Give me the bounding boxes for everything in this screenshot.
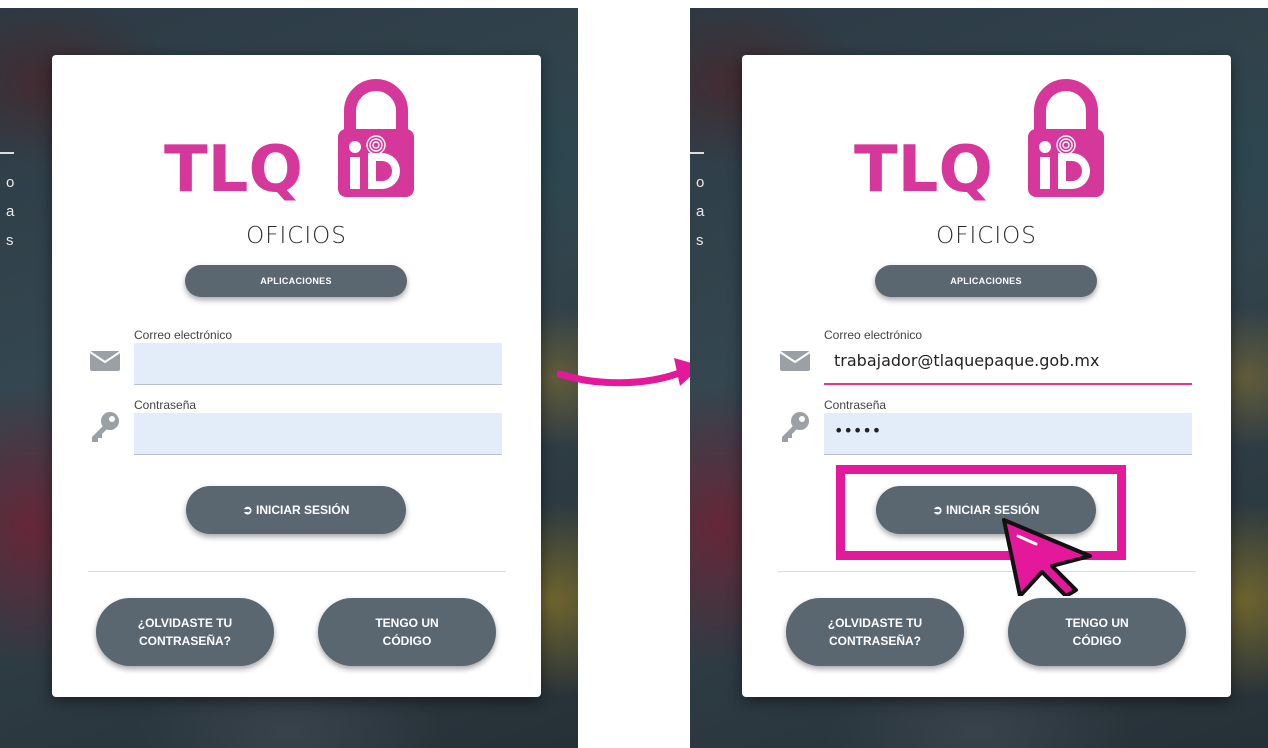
login-card: TLQ OFICIOS APLICACIONES Correo electrón… (742, 55, 1231, 697)
email-input[interactable] (134, 343, 502, 385)
arrow-icon (556, 358, 702, 387)
password-input[interactable] (134, 413, 502, 455)
email-label: Correo electrónico (134, 328, 233, 342)
login-screen-before: o a s TLQ OFICIOS APLICACIONES Correo el… (0, 8, 578, 748)
key-icon (92, 412, 119, 442)
tlq-id-logo: TLQ (164, 79, 414, 203)
email-label: Correo electrónico (824, 328, 923, 342)
login-screen-after: o a s TLQ OFICIOS APLICACIONES Correo el… (690, 8, 1268, 748)
svg-text:TLQ: TLQ (164, 133, 303, 203)
have-code-button[interactable]: TENGO UN CÓDIGO (1008, 598, 1186, 666)
login-icon: ➲ (242, 503, 257, 517)
background-divider (0, 152, 14, 154)
envelope-icon (780, 351, 810, 371)
background-side-text: o a s (6, 174, 15, 249)
section-title: OFICIOS (246, 223, 347, 249)
divider (778, 571, 1196, 572)
password-label: Contraseña (824, 398, 887, 412)
have-code-button[interactable]: TENGO UN CÓDIGO (318, 598, 496, 666)
applications-button[interactable]: APLICACIONES (185, 265, 407, 297)
background-side-text: o a s (696, 174, 705, 249)
password-label: Contraseña (134, 398, 197, 412)
email-input[interactable]: trabajador@tlaquepaque.gob.mx (824, 343, 1192, 385)
key-icon (782, 412, 809, 442)
tlq-id-logo: TLQ (854, 79, 1104, 203)
applications-button[interactable]: APLICACIONES (875, 265, 1097, 297)
forgot-password-button[interactable]: ¿OLVIDASTE TU CONTRASEÑA? (786, 598, 964, 666)
password-input[interactable]: ••••• (824, 413, 1192, 455)
section-title: OFICIOS (936, 223, 1037, 249)
lock-shackle-icon (1034, 79, 1098, 131)
svg-text:TLQ: TLQ (854, 133, 993, 203)
cursor-icon (1002, 518, 1092, 596)
lock-shackle-icon (344, 79, 408, 131)
login-button[interactable]: ➲ INICIAR SESIÓN (186, 486, 406, 534)
background-divider (690, 152, 704, 154)
divider (88, 571, 506, 572)
forgot-password-button[interactable]: ¿OLVIDASTE TU CONTRASEÑA? (96, 598, 274, 666)
envelope-icon (90, 351, 120, 371)
login-card: TLQ OFICIOS APLICACIONES Correo electrón… (52, 55, 541, 697)
